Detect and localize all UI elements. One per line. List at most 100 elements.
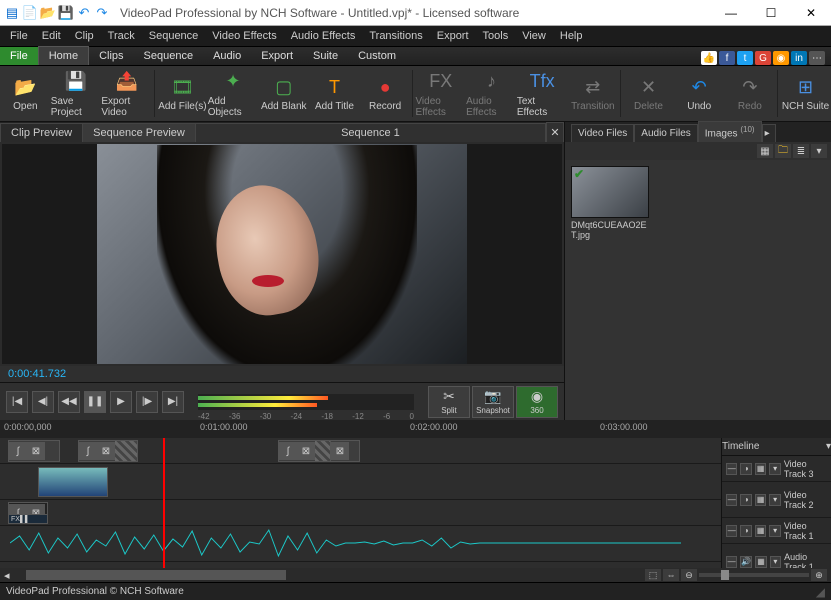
resize-grip[interactable]: ◢ — [816, 585, 825, 599]
googleplus-icon[interactable]: G — [755, 51, 771, 65]
next-frame-button[interactable]: |▶ — [136, 391, 158, 413]
track-header-v2[interactable]: —◑▦▾Video Track 2 — [722, 482, 831, 518]
track-video-2[interactable] — [0, 464, 721, 500]
bin-list-icon[interactable]: ≣ — [793, 144, 809, 158]
bin-add-icon[interactable]: ▦ — [757, 144, 773, 158]
track-header-v3[interactable]: —◑▦▾Video Track 3 — [722, 456, 831, 482]
nch-suite-button[interactable]: ⊞NCH Suite — [780, 66, 831, 121]
tab-sequence-preview[interactable]: Sequence Preview — [82, 123, 196, 142]
video-effects-button[interactable]: FXVideo Effects — [415, 66, 466, 121]
ribbon-tab-file[interactable]: File — [0, 47, 38, 65]
save-project-button[interactable]: 💾Save Project — [51, 66, 102, 121]
snap-icon[interactable]: ⬚ — [645, 569, 661, 581]
share-icon[interactable]: ⋯ — [809, 51, 825, 65]
bin-thumbnails[interactable]: DMqt6CUEAAO2ET.jpg — [565, 160, 831, 420]
go-end-button[interactable]: ▶| — [162, 391, 184, 413]
add-title-button[interactable]: TAdd Title — [309, 66, 360, 121]
transition-button[interactable]: ⇄Transition — [568, 66, 619, 121]
audio-effects-button[interactable]: ♪Audio Effects — [466, 66, 517, 121]
scrollbar-thumb[interactable] — [26, 570, 286, 580]
redo-button[interactable]: ↷Redo — [725, 66, 776, 121]
video-viewport[interactable] — [2, 144, 562, 364]
prev-frame-button[interactable]: ◀| — [32, 391, 54, 413]
timeline-panel-title[interactable]: Timeline ▾ — [722, 438, 831, 456]
menu-file[interactable]: File — [4, 28, 34, 44]
snapshot-button[interactable]: 📷Snapshot — [472, 386, 514, 418]
rewind-button[interactable]: ◀◀ — [58, 391, 80, 413]
undo-button[interactable]: ↶Undo — [674, 66, 725, 121]
playhead[interactable] — [163, 438, 165, 568]
qat-undo-icon[interactable]: ↶ — [76, 5, 92, 21]
menu-tools[interactable]: Tools — [477, 28, 515, 44]
zoom-out-icon[interactable]: ⊖ — [681, 569, 697, 581]
ribbon: 📂Open 💾Save Project 📤Export Video 🎞Add F… — [0, 66, 831, 122]
menu-edit[interactable]: Edit — [36, 28, 67, 44]
work-area: Clip Preview Sequence Preview Sequence 1… — [0, 122, 831, 420]
preview-panel: Clip Preview Sequence Preview Sequence 1… — [0, 122, 565, 420]
open-button[interactable]: 📂Open — [0, 66, 51, 121]
menu-clip[interactable]: Clip — [69, 28, 100, 44]
linkedin-icon[interactable]: in — [791, 51, 807, 65]
menu-track[interactable]: Track — [102, 28, 141, 44]
ribbon-tab-clips[interactable]: Clips — [89, 47, 133, 65]
go-start-button[interactable]: |◀ — [6, 391, 28, 413]
tab-audio-files[interactable]: Audio Files — [634, 124, 697, 142]
ribbon-tab-audio[interactable]: Audio — [203, 47, 251, 65]
split-button[interactable]: ✂Split — [428, 386, 470, 418]
bin-thumbnail[interactable]: DMqt6CUEAAO2ET.jpg — [571, 166, 649, 240]
zoom-slider[interactable] — [699, 573, 809, 577]
timeline-tracks[interactable]: ∫⊠ ∫⊠ ∫⊠ ⊠ ∫⊠ FX▌▌ — [0, 438, 721, 568]
menu-export[interactable]: Export — [431, 28, 475, 44]
menu-sequence[interactable]: Sequence — [143, 28, 205, 44]
menu-transitions[interactable]: Transitions — [363, 28, 428, 44]
bin-more-icon[interactable]: ▾ — [811, 144, 827, 158]
360-button[interactable]: ◉360 — [516, 386, 558, 418]
bin-folder-icon[interactable]: 🗀 — [775, 144, 791, 158]
timeline-ruler[interactable]: 0:00:00,000 0:01:00.000 0:02:00.000 0:03… — [0, 420, 831, 438]
video-frame — [97, 144, 467, 364]
qat-save-icon[interactable]: 💾 — [58, 5, 74, 21]
menu-audio-effects[interactable]: Audio Effects — [285, 28, 362, 44]
like-icon[interactable]: 👍 — [701, 51, 717, 65]
transition-icon: ⊠ — [27, 442, 45, 460]
tab-video-files[interactable]: Video Files — [571, 124, 634, 142]
add-blank-button[interactable]: ▢Add Blank — [258, 66, 309, 121]
timeline-scrollbar[interactable]: ◂ ⬚ ⇔ ⊖ ⊕ — [0, 568, 831, 582]
close-sequence-icon[interactable]: ✕ — [546, 122, 564, 142]
facebook-icon[interactable]: f — [719, 51, 735, 65]
zoom-in-icon[interactable]: ⊕ — [811, 569, 827, 581]
track-video-3[interactable]: ∫⊠ ∫⊠ ∫⊠ ⊠ — [0, 438, 721, 464]
tab-images[interactable]: Images (10) — [698, 121, 762, 142]
ribbon-tab-export[interactable]: Export — [251, 47, 303, 65]
tab-clip-preview[interactable]: Clip Preview — [0, 123, 83, 142]
menu-help[interactable]: Help — [554, 28, 589, 44]
bin-tabs: Video Files Audio Files Images (10) ▸ — [565, 122, 831, 142]
ribbon-tab-home[interactable]: Home — [38, 46, 89, 65]
maximize-button[interactable]: ☐ — [751, 0, 791, 26]
twitter-icon[interactable]: t — [737, 51, 753, 65]
play-button[interactable]: ▶ — [110, 391, 132, 413]
rss-icon[interactable]: ◉ — [773, 51, 789, 65]
track-video-1[interactable]: ∫⊠ FX▌▌ — [0, 500, 721, 526]
ribbon-tab-custom[interactable]: Custom — [348, 47, 406, 65]
qat-open-icon[interactable]: 📂 — [40, 5, 56, 21]
menu-video-effects[interactable]: Video Effects — [206, 28, 282, 44]
track-audio-1[interactable] — [0, 526, 721, 562]
minimize-button[interactable]: — — [711, 0, 751, 26]
add-objects-button[interactable]: ✦Add Objects — [208, 66, 259, 121]
export-video-button[interactable]: 📤Export Video — [101, 66, 152, 121]
menu-view[interactable]: View — [516, 28, 552, 44]
close-button[interactable]: ✕ — [791, 0, 831, 26]
delete-button[interactable]: ✕Delete — [623, 66, 674, 121]
add-files-button[interactable]: 🎞Add File(s) — [157, 66, 208, 121]
fit-icon[interactable]: ⇔ — [663, 569, 679, 581]
qat-new-icon[interactable]: 📄 — [22, 5, 38, 21]
record-button[interactable]: ●Record — [360, 66, 411, 121]
ribbon-tab-suite[interactable]: Suite — [303, 47, 348, 65]
bin-tab-overflow[interactable]: ▸ — [762, 124, 776, 142]
pause-button[interactable]: ❚❚ — [84, 391, 106, 413]
ribbon-tab-sequence[interactable]: Sequence — [134, 47, 204, 65]
text-effects-button[interactable]: TfxText Effects — [517, 66, 568, 121]
qat-redo-icon[interactable]: ↷ — [94, 5, 110, 21]
track-header-v1[interactable]: —◑▦▾Video Track 1 — [722, 518, 831, 544]
